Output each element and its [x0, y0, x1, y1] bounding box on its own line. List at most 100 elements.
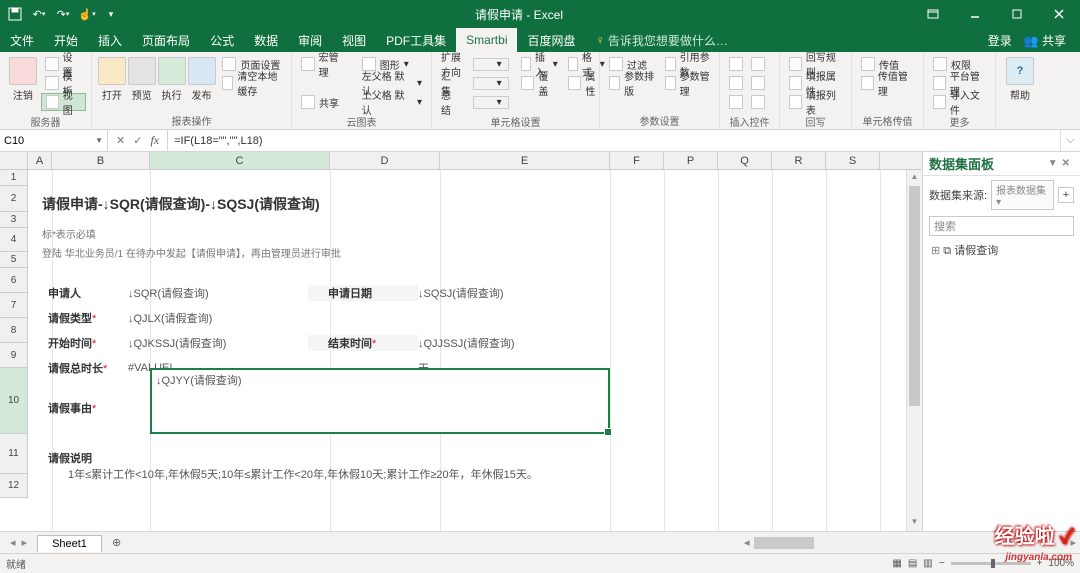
ctrl5[interactable] [747, 74, 769, 92]
ribbon-display-options-icon[interactable] [912, 0, 954, 28]
col-A[interactable]: A [28, 152, 52, 169]
value-end[interactable]: ↓QJJSSJ(请假查询) [418, 335, 515, 351]
tab-insert[interactable]: 插入 [88, 28, 132, 52]
panel-dropdown-icon[interactable]: ▼ [1048, 158, 1062, 169]
sheet-tab[interactable]: Sheet1 [37, 535, 102, 552]
col-P[interactable]: P [664, 152, 718, 169]
tab-formula[interactable]: 公式 [200, 28, 244, 52]
cv-b[interactable]: 传值管理 [857, 74, 918, 92]
col-D[interactable]: D [330, 152, 440, 169]
macro-item[interactable]: 宏管理 [297, 55, 352, 73]
undo-icon[interactable]: ↶▾ [28, 3, 50, 25]
view-normal-icon[interactable]: ▦ [892, 558, 901, 569]
ctrl1[interactable] [725, 55, 747, 73]
sheet-first-icon[interactable]: ◂ [10, 536, 16, 549]
src-dropdown[interactable]: 报表数据集 ▾ [991, 180, 1054, 210]
value-date[interactable]: ↓SQSJ(请假查询) [418, 285, 504, 301]
logout-button[interactable]: 注销 [5, 55, 41, 102]
row-6[interactable]: 6 [0, 268, 28, 293]
maximize-button[interactable] [996, 0, 1038, 28]
tree-item[interactable]: ⊞ ⧉ 请假查询 [923, 238, 1080, 262]
select-all-corner[interactable] [0, 152, 28, 169]
clear-cache-item[interactable]: 清空本地缓存 [218, 74, 286, 92]
new-sheet-button[interactable]: ⊕ [102, 536, 131, 549]
col-B[interactable]: B [52, 152, 150, 169]
zoom-out-icon[interactable]: − [939, 558, 945, 569]
tab-layout[interactable]: 页面布局 [132, 28, 200, 52]
touch-mode-icon[interactable]: ☝▾ [76, 3, 98, 25]
help-button[interactable]: ?帮助 [1001, 55, 1039, 102]
share-item[interactable]: 共享 [297, 93, 352, 111]
selected-cell[interactable]: ↓QJYY(请假查询) [150, 368, 610, 434]
tell-me[interactable]: ♀ 告诉我您想要做什么… [586, 28, 738, 52]
ctrl6[interactable] [747, 93, 769, 111]
import-item[interactable]: 导入文件 [929, 93, 990, 111]
close-button[interactable] [1038, 0, 1080, 28]
row-2[interactable]: 2 [0, 186, 28, 212]
ctrl2[interactable] [725, 74, 747, 92]
value-applicant[interactable]: ↓SQR(请假查询) [128, 285, 308, 301]
value-start[interactable]: ↓QJKSSJ(请假查询) [128, 335, 308, 351]
cover-item[interactable]: 覆盖 [517, 74, 562, 92]
col-C[interactable]: C [150, 152, 330, 169]
group-report-label: 报表操作 [92, 113, 291, 129]
row-11[interactable]: 11 [0, 434, 28, 474]
view-item[interactable]: 视图 [41, 93, 86, 111]
row-12[interactable]: 12 [0, 474, 28, 498]
col-S[interactable]: S [826, 152, 880, 169]
row-7[interactable]: 7 [0, 293, 28, 318]
hx-list[interactable]: 填报列表 [785, 93, 846, 111]
row-9[interactable]: 9 [0, 343, 28, 368]
redo-icon[interactable]: ↷▾ [52, 3, 74, 25]
view-page-icon[interactable]: ▤ [908, 558, 917, 569]
row-10[interactable]: 10 [0, 368, 28, 434]
scroll-up-icon[interactable]: ▲ [909, 172, 920, 184]
value-type[interactable]: ↓QJLX(请假查询) [128, 310, 212, 326]
fx-icon[interactable]: fx [150, 133, 159, 148]
execute-button[interactable]: 执行 [157, 55, 187, 102]
view-break-icon[interactable]: ▥ [923, 558, 932, 569]
qat-customize-icon[interactable]: ▾ [100, 3, 122, 25]
save-icon[interactable] [4, 3, 26, 25]
share-button[interactable]: 👥 共享 [1024, 32, 1066, 49]
search-input[interactable]: 搜索 [929, 216, 1074, 236]
col-E[interactable]: E [440, 152, 610, 169]
preview-button[interactable]: 预览 [127, 55, 157, 102]
cancel-formula-icon[interactable]: ✕ [116, 134, 125, 147]
top-parent-item[interactable]: 上父格 默认 ▾ [358, 93, 426, 111]
col-R[interactable]: R [772, 152, 826, 169]
tree-expand-icon[interactable]: ⊞ [931, 245, 943, 257]
formula-input[interactable]: =IF(L18="","",L18) [168, 130, 1060, 151]
scroll-down-icon[interactable]: ▼ [909, 517, 920, 529]
row-3[interactable]: 3 [0, 212, 28, 228]
signin-link[interactable]: 登录 [988, 32, 1012, 49]
minimize-button[interactable] [954, 0, 996, 28]
row-1[interactable]: 1 [0, 170, 28, 186]
col-F[interactable]: F [610, 152, 664, 169]
col-Q[interactable]: Q [718, 152, 772, 169]
tab-file[interactable]: 文件 [0, 28, 44, 52]
ctrl4[interactable] [747, 55, 769, 73]
scroll-thumb[interactable] [909, 186, 920, 406]
panel-close-icon[interactable]: ✕ [1062, 158, 1074, 169]
vertical-scrollbar[interactable]: ▲ ▼ [906, 170, 922, 531]
row-5[interactable]: 5 [0, 252, 28, 268]
name-box[interactable]: C10▼ [0, 130, 108, 151]
ctrl3[interactable] [725, 93, 747, 111]
open-button[interactable]: 打开 [97, 55, 127, 102]
expand-formula-icon[interactable]: ⌵ [1060, 130, 1080, 151]
hscroll-left-icon[interactable]: ◂ [740, 536, 754, 549]
param-mgr-item[interactable]: 参数管理 [661, 74, 715, 92]
zj-item[interactable]: 总结 ▾ [437, 93, 513, 111]
hscroll-thumb[interactable] [754, 537, 814, 549]
spreadsheet-grid[interactable]: A B C D E F P Q R S 1 2 3 4 5 6 7 8 9 10… [0, 152, 922, 531]
param-sort-item[interactable]: 参数排版 [605, 74, 659, 92]
tab-data[interactable]: 数据 [244, 28, 288, 52]
accept-formula-icon[interactable]: ✓ [133, 134, 142, 147]
add-source-button[interactable]: + [1058, 187, 1074, 203]
sheet-prev-icon[interactable]: ▸ [22, 536, 28, 549]
row-4[interactable]: 4 [0, 228, 28, 252]
tab-baidu[interactable]: 百度网盘 [517, 28, 585, 52]
row-8[interactable]: 8 [0, 318, 28, 343]
publish-button[interactable]: 发布 [187, 55, 217, 102]
